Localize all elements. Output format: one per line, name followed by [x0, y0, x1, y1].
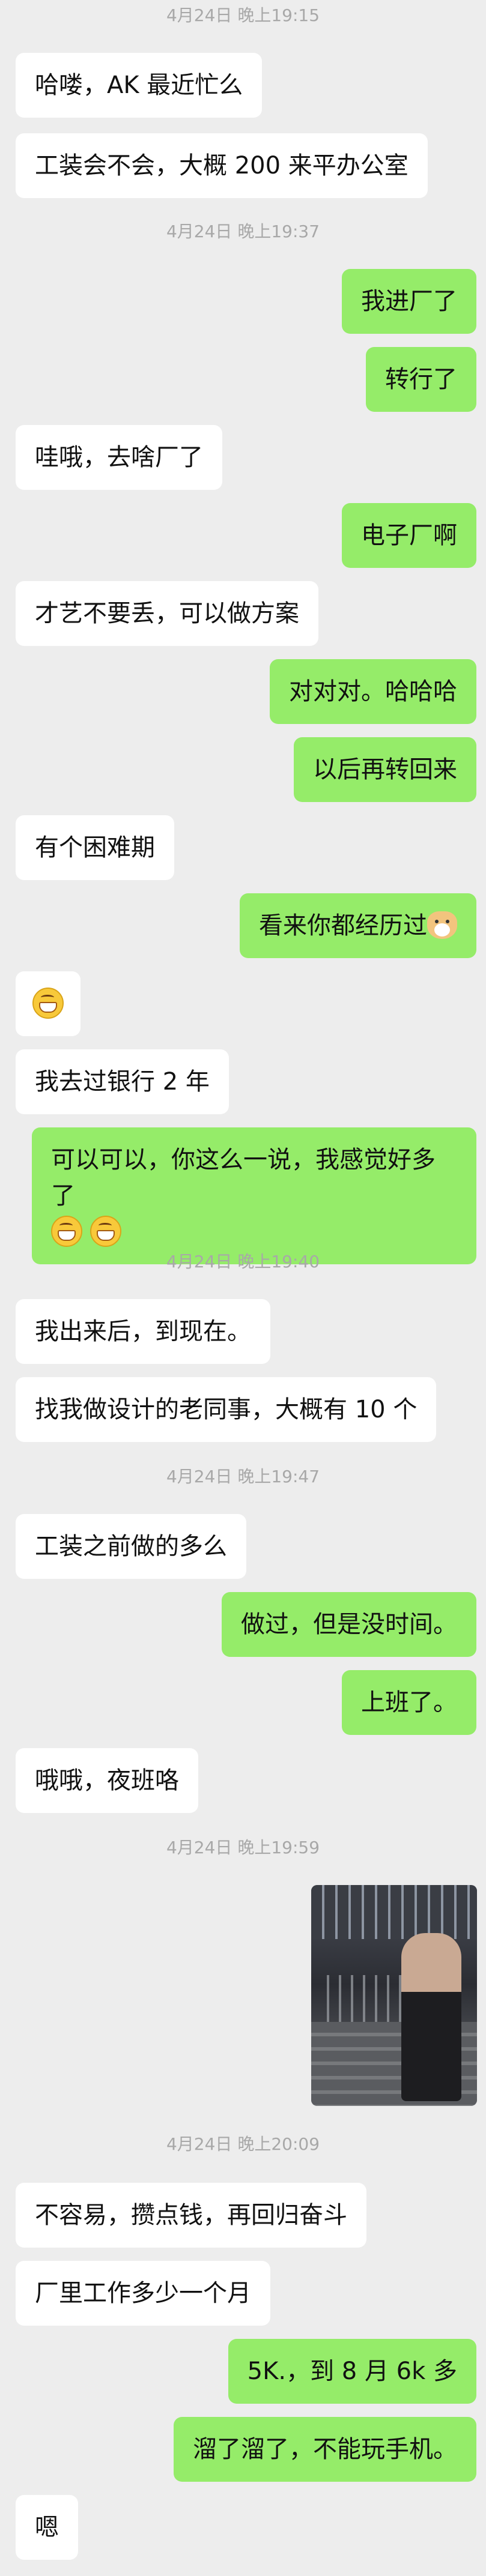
photo-message[interactable] — [311, 1885, 477, 2106]
outgoing-message[interactable]: 5K.，到 8 月 6k 多 — [228, 2339, 476, 2404]
chat-history: 4月24日 晚上19:15 哈喽，AK 最近忙么 工装会不会，大概 200 来平… — [0, 0, 486, 2576]
outgoing-message[interactable]: 溜了溜了，不能玩手机。 — [174, 2417, 476, 2482]
incoming-message[interactable]: 哇哦，去啥厂了 — [16, 425, 222, 490]
timestamp: 4月24日 晚上19:47 — [166, 1467, 320, 1486]
outgoing-message[interactable]: 电子厂啊 — [342, 503, 476, 568]
incoming-message[interactable]: 嗯 — [16, 2495, 78, 2560]
timestamp: 4月24日 晚上19:59 — [166, 1838, 320, 1857]
photo-content — [311, 1885, 477, 1939]
message-text: 可以可以，你这么一说，我感觉好多了 — [51, 1146, 436, 1210]
doge-emoji-icon — [427, 911, 457, 939]
outgoing-message[interactable]: 以后再转回来 — [294, 737, 476, 802]
photo-content — [401, 1933, 461, 2101]
outgoing-message[interactable]: 我进厂了 — [342, 269, 476, 334]
grin-emoji-icon — [51, 1216, 82, 1247]
outgoing-message[interactable]: 可以可以，你这么一说，我感觉好多了 — [32, 1127, 476, 1264]
outgoing-message[interactable]: 看来你都经历过 — [240, 893, 476, 958]
message-text: 看来你都经历过 — [259, 912, 427, 940]
incoming-message[interactable]: 我出来后，到现在。 — [16, 1299, 270, 1364]
incoming-message[interactable]: 厂里工作多少一个月 — [16, 2261, 270, 2326]
timestamp: 4月24日 晚上19:15 — [166, 5, 320, 25]
outgoing-message[interactable]: 上班了。 — [342, 1670, 476, 1735]
outgoing-message[interactable]: 转行了 — [366, 347, 476, 412]
timestamp: 4月24日 晚上19:37 — [166, 222, 320, 241]
timestamp: 4月24日 晚上19:40 — [166, 1252, 320, 1271]
incoming-message[interactable]: 我去过银行 2 年 — [16, 1049, 229, 1114]
incoming-message[interactable]: 哈喽，AK 最近忙么 — [16, 53, 263, 118]
incoming-message[interactable]: 工装会不会，大概 200 来平办公室 — [16, 133, 428, 198]
incoming-message[interactable]: 工装之前做的多么 — [16, 1514, 246, 1579]
incoming-message[interactable]: 哦哦，夜班咯 — [16, 1748, 198, 1813]
incoming-message[interactable]: 找我做设计的老同事，大概有 10 个 — [16, 1377, 437, 1442]
incoming-message[interactable]: 不容易，攒点钱，再回归奋斗 — [16, 2183, 366, 2248]
incoming-message[interactable]: 才艺不要丢，可以做方案 — [16, 581, 318, 646]
grin-emoji-icon — [90, 1216, 121, 1247]
grin-emoji-icon — [32, 988, 64, 1019]
incoming-message[interactable]: 有个困难期 — [16, 815, 174, 880]
outgoing-message[interactable]: 对对对。哈哈哈 — [270, 659, 476, 724]
outgoing-message[interactable]: 做过，但是没时间。 — [222, 1592, 476, 1657]
incoming-message[interactable] — [16, 971, 80, 1036]
timestamp: 4月24日 晚上20:09 — [166, 2134, 320, 2154]
